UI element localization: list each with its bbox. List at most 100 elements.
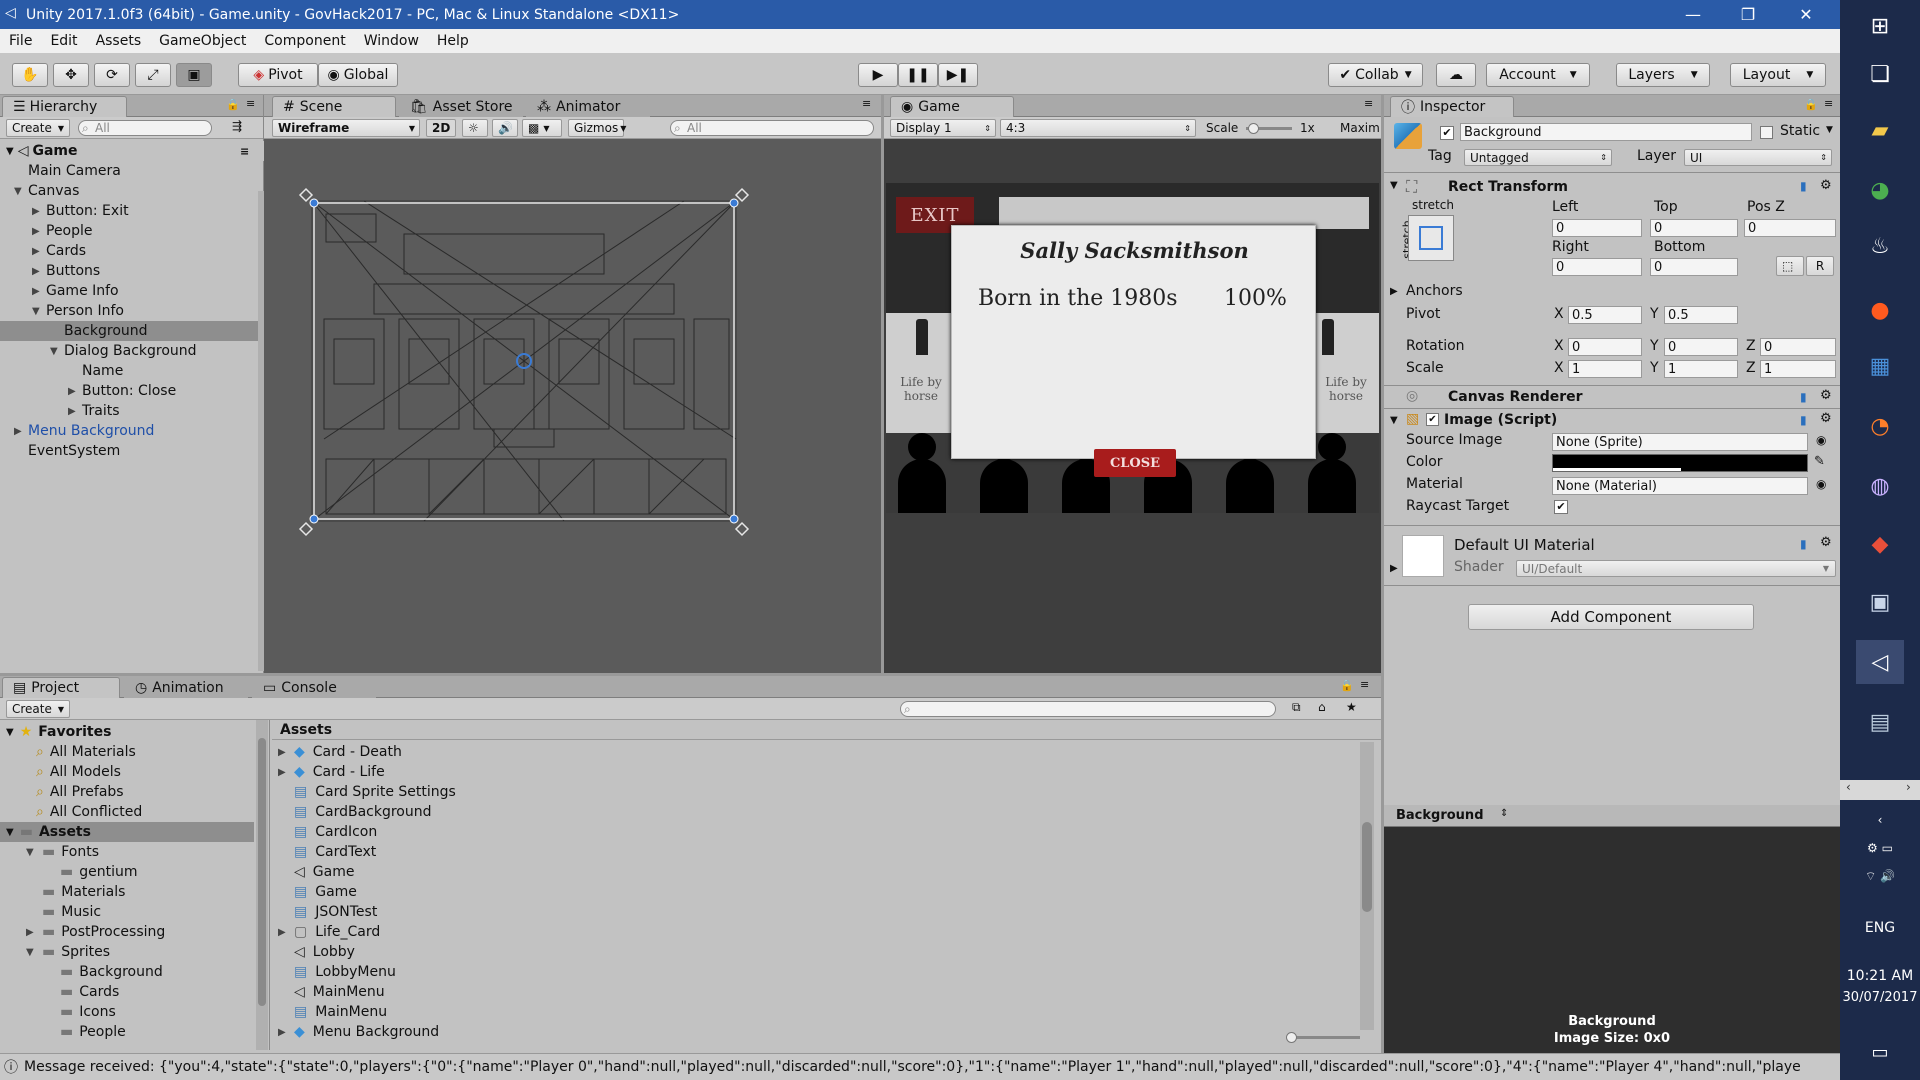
menu-file[interactable]: File	[0, 33, 41, 49]
language-indicator[interactable]: ENG	[1840, 920, 1920, 936]
layer-dropdown[interactable]: UI ⇕	[1684, 149, 1832, 166]
move-tool-icon[interactable]: ✥	[53, 63, 89, 87]
scene-header[interactable]: ▼ ◁ Game ≡	[0, 141, 264, 161]
file-item[interactable]: ▤ Card Sprite Settings	[272, 782, 1352, 802]
tab-animator[interactable]: ⁂ Animator	[526, 96, 650, 117]
menu-help[interactable]: Help	[428, 33, 478, 49]
folder-item[interactable]: ▶ ▬ PostProcessing	[0, 922, 254, 942]
foldout-icon[interactable]: ▶	[278, 747, 286, 758]
play-button[interactable]: ▶	[858, 63, 898, 87]
file-item[interactable]: ▶ ◆ Card - Life	[272, 762, 1352, 782]
lock-icon[interactable]: 🔒	[1804, 98, 1818, 111]
active-checkbox[interactable]: ✔	[1440, 126, 1454, 140]
favorite-item[interactable]: ⌕ All Prefabs	[0, 782, 254, 802]
hierarchy-item[interactable]: ▶ People	[0, 221, 258, 241]
gizmos-dropdown[interactable]: Gizmos ▼	[568, 119, 626, 137]
remote-desktop-icon[interactable]: ▤	[1856, 700, 1904, 744]
file-list-scrollbar[interactable]	[1360, 742, 1374, 1030]
global-toggle[interactable]: ◉ Global	[318, 63, 398, 87]
rect-transform-header[interactable]: Rect Transform	[1448, 179, 1568, 195]
tray-icons[interactable]: ⚙ ▭	[1840, 834, 1920, 862]
display-dropdown[interactable]: Display 1 ⇕	[890, 119, 996, 137]
aspect-dropdown[interactable]: 4:3 ⇕	[1000, 119, 1196, 137]
hierarchy-item[interactable]: ▶ Button: Exit	[0, 201, 258, 221]
person-silhouette[interactable]	[898, 433, 946, 513]
task-view-icon[interactable]: ❏	[1856, 52, 1904, 96]
scale-tool-icon[interactable]: ⤢	[135, 63, 171, 87]
foldout-icon[interactable]: ▶	[32, 206, 40, 217]
static-checkbox[interactable]	[1760, 126, 1773, 139]
foldout-icon[interactable]: ▼	[1390, 415, 1398, 426]
scale-z-field[interactable]: 1	[1760, 360, 1836, 378]
component-settings-icon[interactable]: ⚙	[1820, 388, 1832, 403]
pause-button[interactable]: ❚❚	[898, 63, 938, 87]
image-script-header[interactable]: Image (Script)	[1444, 412, 1557, 428]
chrome-icon[interactable]: ◕	[1856, 168, 1904, 212]
posz-field[interactable]: 0	[1744, 219, 1836, 237]
add-component-button[interactable]: Add Component	[1468, 604, 1754, 630]
canvas-renderer-header[interactable]: Canvas Renderer	[1448, 389, 1583, 405]
rotation-z-field[interactable]: 0	[1760, 338, 1836, 356]
layers-dropdown[interactable]: Layers ▼	[1616, 63, 1710, 87]
scene-menu-icon[interactable]: ≡	[240, 145, 249, 158]
pivot-toggle[interactable]: ◈ Pivot	[238, 63, 318, 87]
app-purple-icon[interactable]: ◍	[1856, 464, 1904, 508]
eyedropper-icon[interactable]: ✎	[1814, 454, 1825, 469]
scene-wireframe-canvas[interactable]	[264, 139, 881, 673]
favorite-item[interactable]: ⌕ All Conflicted	[0, 802, 254, 822]
tab-console[interactable]: ▭ Console	[252, 677, 376, 698]
icon-size-slider[interactable]	[1286, 1032, 1360, 1043]
file-explorer-icon[interactable]: ▰	[1856, 108, 1904, 152]
folder-item[interactable]: ▬ Music	[0, 902, 254, 922]
foldout-icon[interactable]: ▶	[32, 286, 40, 297]
foldout-icon[interactable]: ▶	[68, 406, 76, 417]
lock-icon[interactable]: 🔒	[1340, 679, 1354, 692]
scale-y-field[interactable]: 1	[1664, 360, 1738, 378]
hierarchy-search-input[interactable]: ⌕ All	[78, 120, 212, 136]
menu-edit[interactable]: Edit	[41, 33, 86, 49]
hierarchy-item[interactable]: ▼ Dialog Background	[0, 341, 258, 361]
foldout-icon[interactable]: ▶	[278, 767, 286, 778]
clock-time[interactable]: 10:21 AM	[1840, 968, 1920, 984]
anchor-presets-button[interactable]	[1408, 215, 1454, 261]
blender-icon[interactable]: ◔	[1856, 404, 1904, 448]
preview-header[interactable]: Background ⇕	[1384, 805, 1840, 827]
draw-mode-dropdown[interactable]: Wireframe ▼	[272, 119, 420, 137]
color-field[interactable]	[1552, 454, 1808, 472]
project-breadcrumb[interactable]: Assets	[272, 720, 1381, 740]
hierarchy-create-dropdown[interactable]: Create ▼	[6, 119, 70, 137]
scene-menu-icon[interactable]: ≡	[862, 97, 871, 110]
lock-icon[interactable]: 🔒	[226, 98, 240, 111]
object-picker-icon[interactable]: ◉	[1816, 477, 1826, 491]
menu-gameobject[interactable]: GameObject	[150, 33, 255, 49]
file-item[interactable]: ◁ Lobby	[272, 942, 1352, 962]
anchors-label[interactable]: Anchors	[1406, 283, 1463, 299]
rotation-x-field[interactable]: 0	[1568, 338, 1642, 356]
material-field[interactable]: None (Material)	[1552, 477, 1808, 495]
foldout-icon[interactable]: ▶	[32, 266, 40, 277]
tab-inspector[interactable]: ⓘ Inspector	[1390, 96, 1514, 117]
folder-tree-scrollbar[interactable]	[256, 720, 268, 1050]
project-create-dropdown[interactable]: Create ▼	[6, 700, 70, 718]
folder-item[interactable]: ▬ Icons	[0, 1002, 254, 1022]
scale-slider[interactable]	[1246, 123, 1292, 134]
folder-item[interactable]: ▬ Materials	[0, 882, 254, 902]
folder-item[interactable]: ▬ Background	[0, 962, 254, 982]
restore-icon[interactable]: ❐	[1725, 0, 1771, 29]
hierarchy-item[interactable]: ▶ Menu Background	[0, 421, 258, 441]
hierarchy-item[interactable]: ▶ Buttons	[0, 261, 258, 281]
object-name-field[interactable]: Background	[1460, 123, 1752, 141]
file-item[interactable]: ▤ MainMenu	[272, 1002, 1352, 1022]
step-button[interactable]: ▶❚	[938, 63, 978, 87]
audio-icon[interactable]: 🔊	[492, 119, 518, 137]
hierarchy-item[interactable]: EventSystem	[0, 441, 258, 461]
hierarchy-item[interactable]: ▶ Game Info	[0, 281, 258, 301]
favorite-item[interactable]: ⌕ All Materials	[0, 742, 254, 762]
panel-menu-icon[interactable]: ≡	[1824, 97, 1833, 110]
foldout-icon[interactable]: ▼	[50, 346, 58, 357]
foldout-icon[interactable]: ▶	[32, 246, 40, 257]
windows-start-icon[interactable]: ⊞	[1856, 4, 1904, 48]
card-right[interactable]: Life by horse	[1316, 313, 1379, 433]
assets-root[interactable]: ▼ ▬ Assets	[0, 822, 254, 842]
tab-hierarchy[interactable]: ☰ Hierarchy	[2, 96, 127, 117]
